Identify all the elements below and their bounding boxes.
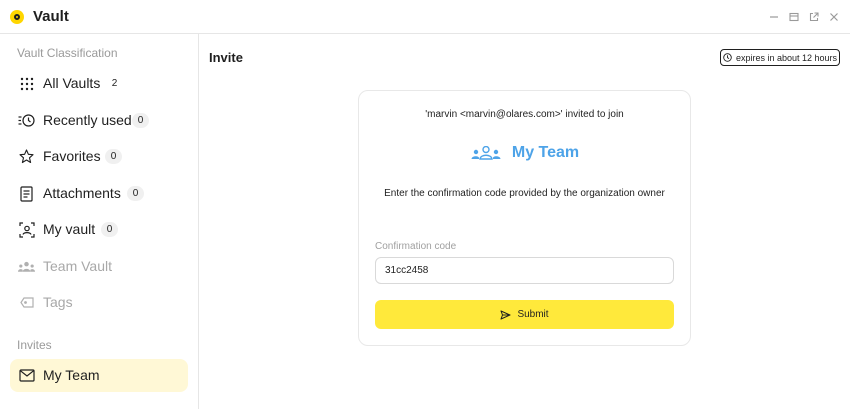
clock-icon xyxy=(723,53,732,62)
sidebar-item-label: My Team xyxy=(43,367,100,383)
invite-message: 'marvin <marvin@olares.com>' invited to … xyxy=(425,109,624,120)
close-icon[interactable] xyxy=(828,11,840,23)
confirmation-code-label: Confirmation code xyxy=(375,241,457,252)
sidebar-item-label: All Vaults xyxy=(43,75,101,91)
sidebar-item-label: My vault xyxy=(43,221,96,237)
sidebar-item-tags[interactable]: Tags xyxy=(10,286,188,319)
title-bar: Vault xyxy=(0,0,850,34)
sidebar-item-label: Team Vault xyxy=(43,258,112,274)
instruction-text: Enter the confirmation code provided by … xyxy=(384,188,665,199)
team-header: My Team xyxy=(359,144,690,162)
invites-title: Invites xyxy=(17,338,52,352)
count-badge: 0 xyxy=(132,113,149,128)
sidebar-item-label: Tags xyxy=(43,294,73,310)
submit-label: Submit xyxy=(517,309,549,320)
grid-dots-icon xyxy=(18,75,35,92)
send-icon xyxy=(500,310,511,319)
sidebar-item-label: Attachments xyxy=(43,185,121,201)
invite-card: 'marvin <marvin@olares.com>' invited to … xyxy=(358,90,691,346)
minimize-icon[interactable] xyxy=(768,11,780,23)
popout-icon[interactable] xyxy=(808,11,820,23)
vault-classification-title: Vault Classification xyxy=(17,46,118,60)
app-title: Vault xyxy=(33,8,69,25)
team-icon xyxy=(471,146,501,160)
mail-icon xyxy=(18,367,35,384)
restore-icon[interactable] xyxy=(788,11,800,23)
team-icon xyxy=(18,258,35,275)
sidebar-item-favorites[interactable]: Favorites 0 xyxy=(10,140,188,173)
count-badge: 0 xyxy=(105,149,122,164)
sidebar-item-all-vaults[interactable]: All Vaults 2 xyxy=(10,67,188,100)
sidebar-item-my-vault[interactable]: My vault 0 xyxy=(10,213,188,246)
star-icon xyxy=(18,148,35,165)
team-name: My Team xyxy=(511,144,580,161)
sidebar-item-label: Favorites xyxy=(43,148,101,164)
expires-text: expires in about 12 hours xyxy=(735,52,838,63)
recent-clock-icon xyxy=(18,112,35,129)
sidebar-item-invite-my-team[interactable]: My Team xyxy=(10,359,188,392)
submit-button[interactable]: Submit xyxy=(375,300,674,329)
document-icon xyxy=(18,185,35,202)
sidebar-item-attachments[interactable]: Attachments 0 xyxy=(10,177,188,210)
vault-logo-icon xyxy=(10,10,24,24)
page-title: Invite xyxy=(209,50,243,65)
expires-badge: expires in about 12 hours xyxy=(720,49,840,66)
sidebar-item-recently-used[interactable]: Recently used 0 xyxy=(10,104,188,137)
sidebar-item-label: Recently used xyxy=(43,112,132,128)
count-badge: 2 xyxy=(111,78,118,89)
tag-icon xyxy=(18,294,35,311)
sidebar: Vault Classification All Vaults 2 Recent… xyxy=(0,34,199,409)
count-badge: 0 xyxy=(127,186,144,201)
person-frame-icon xyxy=(18,221,35,238)
count-badge: 0 xyxy=(101,222,118,237)
sidebar-item-team-vault[interactable]: Team Vault xyxy=(10,250,188,283)
confirmation-code-input[interactable] xyxy=(375,257,674,284)
